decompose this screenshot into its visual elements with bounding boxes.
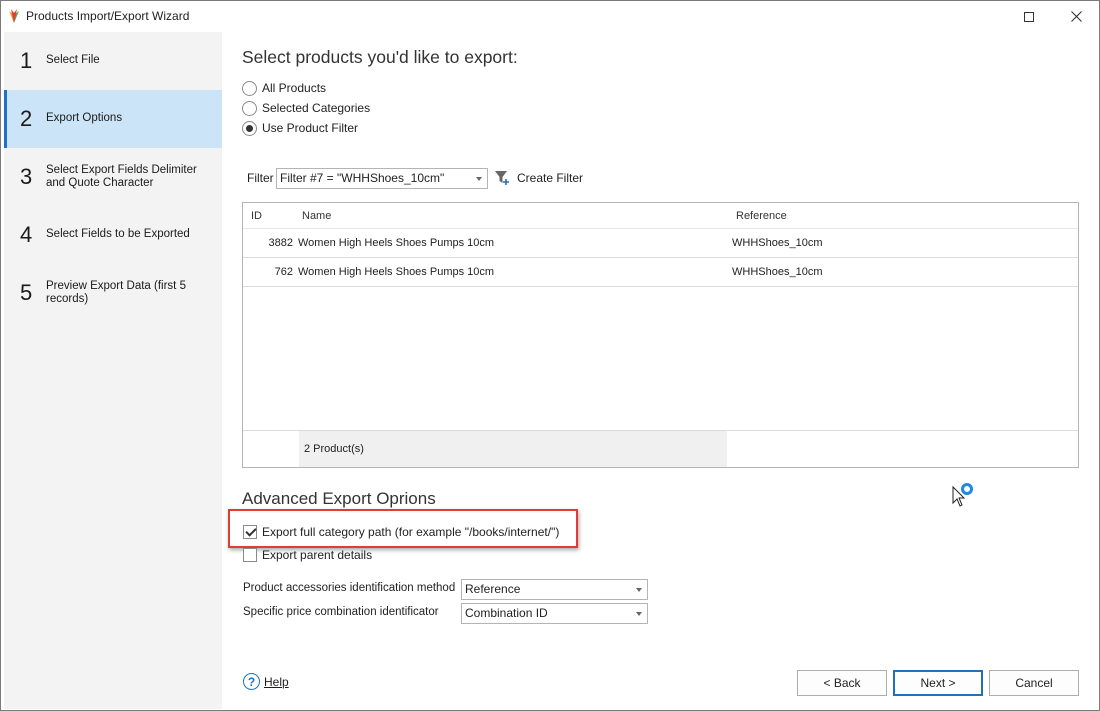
next-button[interactable]: Next >	[893, 670, 983, 696]
checkbox-label: Export full category path (for example "…	[262, 525, 560, 539]
step-label: Select Fields to be Exported	[46, 228, 190, 240]
close-button[interactable]	[1053, 1, 1099, 32]
checkbox-label: Export parent details	[262, 548, 373, 562]
checkbox[interactable]	[243, 548, 257, 562]
radio-button[interactable]	[242, 80, 257, 96]
table-row[interactable]: 762 Women High Heels Shoes Pumps 10cm WH…	[243, 258, 1078, 287]
products-grid[interactable]: ID Name Reference 3882 Women High Heels …	[242, 202, 1079, 468]
filter-select-value: Filter #7 = "WHHShoes_10cm"	[280, 171, 445, 185]
advanced-heading: Advanced Export Oprions	[242, 489, 436, 508]
step-select-file[interactable]: 1 Select File	[4, 32, 222, 90]
price-combination-select[interactable]: Combination ID	[461, 603, 648, 624]
filter-select[interactable]: Filter #7 = "WHHShoes_10cm"	[276, 168, 488, 189]
filter-label: Filter	[247, 171, 274, 185]
wizard-window: Products Import/Export Wizard 1 Select F…	[0, 0, 1100, 711]
step-label: Select File	[46, 54, 100, 66]
price-combination-value: Combination ID	[465, 606, 548, 620]
checkbox[interactable]	[243, 525, 257, 539]
cell-id: 762	[274, 266, 293, 278]
maximize-button[interactable]	[1006, 1, 1052, 32]
radio-all-products[interactable]: All Products	[242, 80, 326, 96]
cell-id: 3882	[268, 237, 293, 249]
product-count: 2 Product(s)	[299, 431, 727, 467]
radio-button[interactable]	[242, 100, 257, 116]
busy-cursor-icon	[952, 483, 973, 507]
grid-header: ID Name Reference	[243, 203, 1078, 229]
chevron-down-icon	[470, 169, 487, 188]
accessories-method-value: Reference	[465, 582, 521, 596]
page-heading: Select products you'd like to export:	[242, 47, 518, 67]
export-parent-details-option[interactable]: Export parent details	[243, 548, 372, 562]
step-number: 5	[20, 280, 33, 305]
step-number: 2	[20, 106, 33, 131]
cell-name: Women High Heels Shoes Pumps 10cm	[298, 266, 495, 278]
accessories-method-select[interactable]: Reference	[461, 579, 648, 600]
step-delimiter[interactable]: 3 Select Export Fields Delimiter and Quo…	[4, 148, 222, 206]
column-header-name[interactable]: Name	[302, 210, 331, 222]
wizard-steps-sidebar: 1 Select File 2 Export Options 3 Select …	[4, 32, 222, 709]
step-number: 1	[20, 48, 33, 73]
help-icon: ?	[243, 673, 260, 690]
cell-reference: WHHShoes_10cm	[732, 266, 823, 278]
export-full-category-path-option[interactable]: Export full category path (for example "…	[243, 525, 559, 539]
create-filter-label: Create Filter	[517, 170, 584, 185]
radio-selected-categories[interactable]: Selected Categories	[242, 100, 370, 116]
radio-label: All Products	[262, 81, 327, 95]
maximize-icon	[1024, 11, 1034, 22]
window-title: Products Import/Export Wizard	[26, 9, 190, 23]
step-label: Export Options	[46, 112, 123, 124]
price-combination-label: Specific price combination identificator	[243, 606, 439, 618]
chevron-down-icon	[630, 604, 647, 623]
cell-name: Women High Heels Shoes Pumps 10cm	[298, 237, 495, 249]
step-number: 3	[20, 164, 33, 189]
column-header-id[interactable]: ID	[251, 210, 262, 222]
cell-reference: WHHShoes_10cm	[732, 237, 823, 249]
step-label: Preview Export Data (first 5 records)	[46, 280, 186, 305]
radio-button[interactable]	[242, 120, 257, 136]
step-preview[interactable]: 5 Preview Export Data (first 5 records)	[4, 264, 222, 322]
radio-use-product-filter[interactable]: Use Product Filter	[242, 120, 358, 136]
cancel-button[interactable]: Cancel	[989, 670, 1079, 696]
step-export-options[interactable]: 2 Export Options	[4, 90, 222, 148]
step-select-fields[interactable]: 4 Select Fields to be Exported	[4, 206, 222, 264]
chevron-down-icon	[630, 580, 647, 599]
filter-add-icon	[495, 171, 509, 185]
step-number: 4	[20, 222, 33, 247]
accessories-method-label: Product accessories identification metho…	[243, 582, 456, 594]
app-logo-icon	[9, 9, 19, 23]
close-icon	[1070, 11, 1082, 22]
title-bar: Products Import/Export Wizard	[1, 1, 1099, 32]
radio-label: Selected Categories	[262, 101, 371, 115]
create-filter-button[interactable]: Create Filter	[494, 170, 583, 185]
radio-label: Use Product Filter	[262, 121, 359, 135]
table-row[interactable]: 3882 Women High Heels Shoes Pumps 10cm W…	[243, 229, 1078, 258]
step-label: Select Export Fields Delimiter and Quote…	[46, 164, 197, 189]
grid-footer: 2 Product(s)	[243, 430, 1078, 467]
help-label: Help	[264, 674, 289, 689]
back-button[interactable]: < Back	[797, 670, 887, 696]
help-link[interactable]: ? Help	[243, 673, 289, 690]
column-header-reference[interactable]: Reference	[736, 210, 787, 222]
